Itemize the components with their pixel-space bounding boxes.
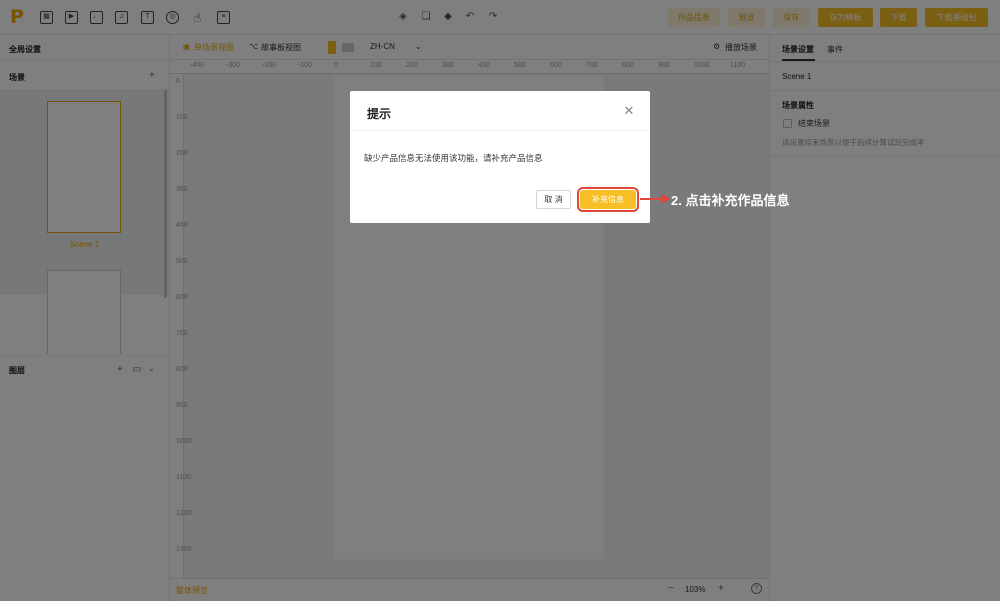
close-icon[interactable]: ✕ xyxy=(622,104,636,118)
cancel-button[interactable]: 取 消 xyxy=(536,190,571,209)
dialog-message: 缺少产品信息无法使用该功能，请补充产品信息 xyxy=(364,153,543,163)
dialog-title: 提示 xyxy=(367,107,392,121)
missing-info-dialog: 提示 ✕ 缺少产品信息无法使用该功能，请补充产品信息 取 消 补充信息 xyxy=(350,91,650,223)
dialog-divider xyxy=(350,130,650,131)
annotation-arrow-icon xyxy=(640,194,670,204)
annotation-label: 2. 点击补充作品信息 xyxy=(671,193,790,208)
add-info-button[interactable]: 补充信息 xyxy=(577,187,639,212)
